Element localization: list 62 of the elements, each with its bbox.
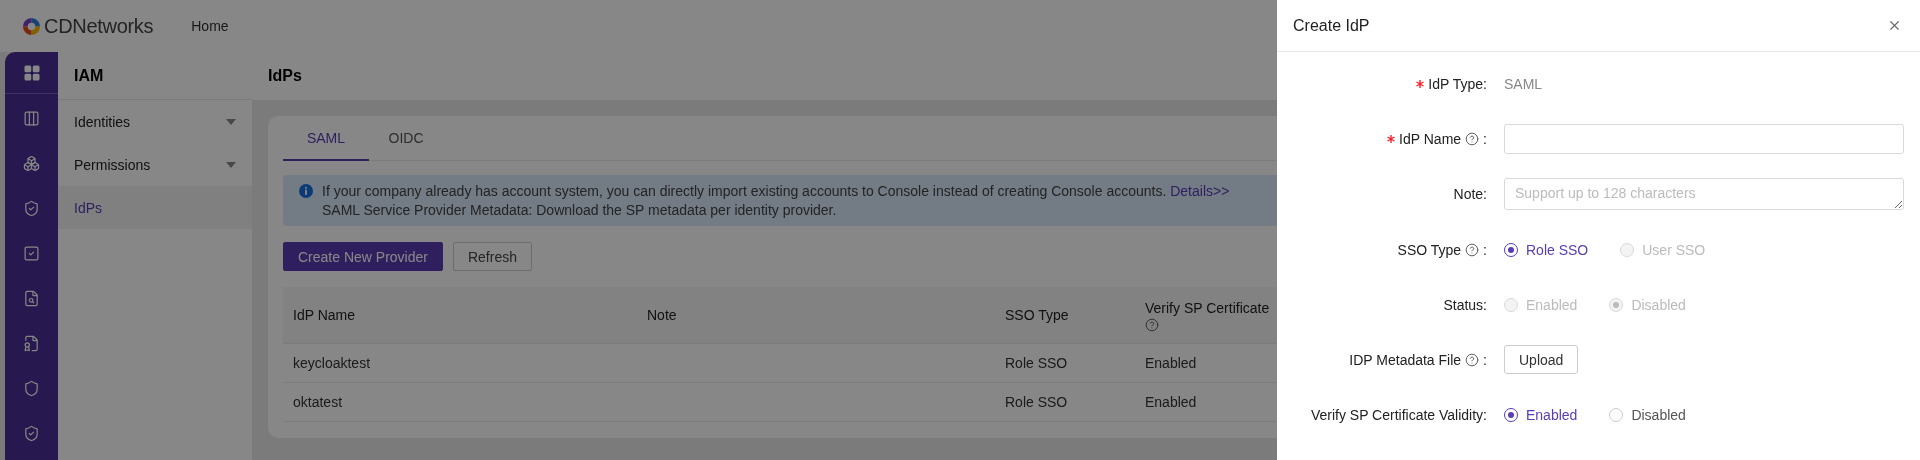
sidebar-item-label: Permissions bbox=[74, 156, 151, 173]
help-icon[interactable] bbox=[1465, 242, 1480, 257]
column-header-text: SSO Type bbox=[1005, 305, 1070, 325]
boxes-icon[interactable] bbox=[23, 155, 40, 172]
tab[interactable]: SAML bbox=[283, 116, 369, 161]
radio-option[interactable]: Disabled bbox=[1609, 406, 1686, 423]
field-label: IdP Type: bbox=[1428, 75, 1487, 92]
refresh-button[interactable]: Refresh bbox=[452, 242, 532, 271]
radio-option[interactable]: Enabled bbox=[1504, 406, 1578, 423]
sidebar-item[interactable]: Permissions bbox=[58, 143, 252, 186]
note-field[interactable]: Support up to 128 characters bbox=[1504, 178, 1904, 210]
table-cell: oktatest bbox=[293, 394, 343, 410]
column-header-text: IdP Name bbox=[293, 305, 356, 325]
grid-icon[interactable] bbox=[22, 63, 41, 82]
sidebar-item[interactable]: Identities bbox=[58, 100, 252, 143]
label-colon: : bbox=[1483, 241, 1487, 258]
info-icon bbox=[299, 184, 313, 198]
table-cell: keycloaktest bbox=[293, 355, 371, 371]
label-colon: : bbox=[1483, 351, 1487, 368]
page-title: IdPs bbox=[252, 52, 1277, 100]
table-cell: Role SSO bbox=[1005, 394, 1068, 410]
field-label: Note: bbox=[1453, 186, 1487, 202]
file-search-icon[interactable] bbox=[23, 290, 40, 307]
close-button[interactable] bbox=[1887, 18, 1902, 33]
shield-check-icon[interactable] bbox=[23, 425, 40, 442]
column-header-text: Note bbox=[647, 305, 678, 325]
file-badge-icon[interactable] bbox=[23, 335, 40, 352]
alert-text: SAML Service Provider Metadata: Download the SP metadata per identity provider. bbox=[322, 202, 838, 218]
sidebar-item-label: Identities bbox=[74, 113, 131, 130]
caret-icon bbox=[226, 161, 236, 168]
help-icon[interactable] bbox=[1465, 352, 1480, 367]
shield-icon[interactable] bbox=[23, 380, 40, 397]
alert-text: If your company already has account system, you can directly import existing accounts to Console instead of creating Console accounts. Details>> bbox=[322, 183, 1230, 199]
help-icon[interactable] bbox=[1465, 131, 1480, 146]
create-button[interactable]: Create New Provider bbox=[283, 242, 443, 271]
logo-text: CDNetworks bbox=[44, 14, 154, 38]
sidebar-item-label: IdPs bbox=[74, 199, 102, 216]
field-label: Verify SP Certificate Validity: bbox=[1310, 406, 1487, 423]
sidebar-item[interactable]: IdPs bbox=[58, 186, 252, 229]
label-colon: : bbox=[1483, 130, 1487, 147]
field-label: SSO Type bbox=[1397, 241, 1462, 258]
details-link[interactable]: Details>> bbox=[1170, 183, 1230, 199]
check-square-icon[interactable] bbox=[23, 245, 40, 262]
table-cell: Role SSO bbox=[1005, 355, 1068, 371]
field-label: Status: bbox=[1443, 296, 1487, 313]
caret-icon bbox=[226, 118, 236, 125]
logo-icon bbox=[22, 16, 41, 36]
field-value: SAML bbox=[1504, 75, 1544, 92]
column-header-text: Verify SP Certificate bbox=[1145, 298, 1271, 318]
field-label: IDP Metadata File bbox=[1349, 351, 1462, 368]
table-cell: Enabled bbox=[1145, 394, 1197, 410]
upload-button[interactable]: Upload bbox=[1504, 345, 1579, 374]
radio-option[interactable]: Role SSO bbox=[1504, 241, 1589, 258]
tab[interactable]: OIDC bbox=[369, 116, 443, 161]
field-label: IdP Name bbox=[1399, 130, 1462, 147]
drawer-title: Create IdP bbox=[1293, 16, 1370, 35]
shield-check-icon[interactable] bbox=[23, 200, 40, 217]
columns-icon[interactable] bbox=[23, 110, 40, 127]
nav-link[interactable]: Home bbox=[191, 18, 229, 34]
table-cell: Enabled bbox=[1145, 355, 1197, 371]
input-field[interactable] bbox=[1504, 123, 1904, 154]
help-icon[interactable] bbox=[1145, 317, 1159, 332]
